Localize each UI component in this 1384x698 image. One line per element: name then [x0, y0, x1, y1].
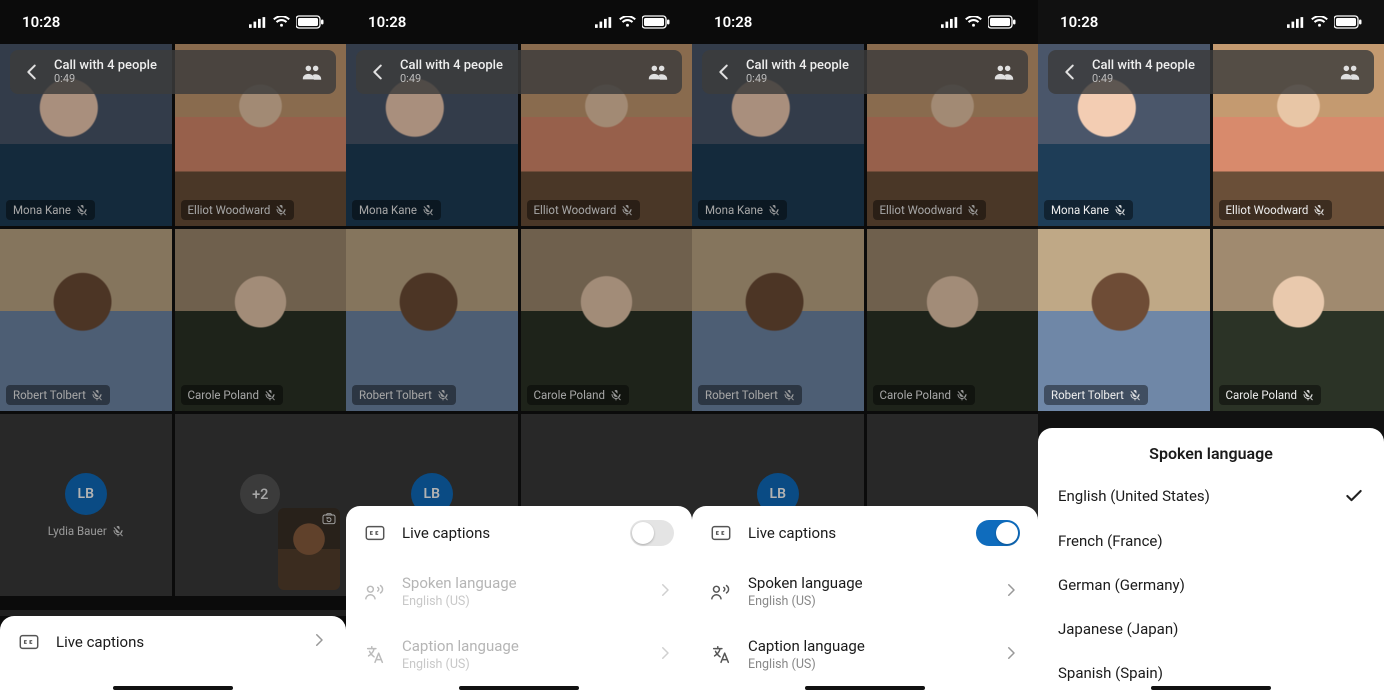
screen-1: Mona Kane Elliot Woodward Robert Tolbert… — [0, 0, 346, 698]
signal-icon — [249, 17, 267, 28]
spoken-language-sheet: Spoken language English (United States) F… — [1038, 428, 1384, 698]
live-captions-toggle[interactable] — [976, 520, 1020, 546]
sheet-title: Spoken language — [1038, 428, 1384, 473]
chevron-right-icon — [656, 644, 674, 666]
spoken-language-row[interactable]: Spoken language English (US) — [692, 560, 1038, 623]
captions-entry-sheet: Live captions — [0, 616, 346, 698]
participants-button[interactable] — [644, 58, 672, 86]
live-captions-row[interactable]: Live captions — [0, 616, 346, 668]
captions-settings-sheet: Live captions Spoken language English (U… — [346, 506, 692, 698]
language-option[interactable]: French (France) — [1038, 519, 1384, 563]
captions-settings-sheet: Live captions Spoken language English (U… — [692, 506, 1038, 698]
mic-off-icon — [1129, 389, 1141, 401]
battery-icon — [1334, 15, 1362, 29]
live-captions-toggle-row: Live captions — [692, 506, 1038, 560]
row-value: English (US) — [748, 657, 986, 672]
speak-icon — [364, 581, 386, 603]
mic-off-icon — [1114, 204, 1126, 216]
cc-icon — [18, 631, 40, 653]
row-value: English (US) — [402, 657, 640, 672]
screen-2: Mona Kane Elliot Woodward Robert Tolbert… — [346, 0, 692, 698]
call-header: Call with 4 people 0:49 — [10, 50, 336, 94]
mic-off-icon — [1313, 204, 1325, 216]
option-label: English (United States) — [1058, 487, 1210, 505]
status-bar: 10:28 — [692, 0, 1038, 44]
signal-icon — [595, 17, 613, 28]
status-time: 10:28 — [368, 13, 406, 31]
wifi-icon — [1311, 16, 1328, 28]
cc-icon — [364, 522, 386, 544]
home-indicator — [459, 686, 579, 691]
home-indicator — [805, 686, 925, 691]
caption-language-row: Caption language English (US) — [346, 623, 692, 686]
row-label: Caption language — [748, 637, 986, 655]
live-captions-toggle[interactable] — [630, 520, 674, 546]
speak-icon — [710, 581, 732, 603]
row-label: Caption language — [402, 637, 640, 655]
option-label: Japanese (Japan) — [1058, 620, 1178, 638]
back-button[interactable] — [366, 60, 390, 84]
status-bar: 10:28 — [0, 0, 346, 44]
back-button[interactable] — [1058, 60, 1082, 84]
call-title: Call with 4 people — [54, 59, 288, 73]
status-bar: 10:28 — [346, 0, 692, 44]
screen-4: Mona Kane Elliot Woodward Robert Tolbert… — [1038, 0, 1384, 698]
chevron-right-icon — [1002, 581, 1020, 603]
check-icon — [1344, 486, 1364, 506]
participants-grid: Mona Kane Elliot Woodward Robert Tolbert… — [1038, 44, 1384, 411]
option-label: Spanish (Spain) — [1058, 664, 1163, 682]
wifi-icon — [965, 16, 982, 28]
translate-icon — [710, 644, 732, 666]
caption-language-row[interactable]: Caption language English (US) — [692, 623, 1038, 686]
wifi-icon — [273, 16, 290, 28]
option-label: French (France) — [1058, 532, 1163, 550]
battery-icon — [642, 15, 670, 29]
row-label: Live captions — [56, 633, 294, 651]
home-indicator — [1151, 686, 1271, 691]
back-button[interactable] — [712, 60, 736, 84]
chevron-right-icon — [310, 631, 328, 653]
signal-icon — [941, 17, 959, 28]
signal-icon — [1287, 17, 1305, 28]
language-option[interactable]: German (Germany) — [1038, 563, 1384, 607]
participants-button[interactable] — [1336, 58, 1364, 86]
language-option[interactable]: Japanese (Japan) — [1038, 607, 1384, 651]
row-label: Live captions — [402, 524, 614, 542]
row-value: English (US) — [748, 594, 986, 609]
screen-3: Mona Kane Elliot Woodward Robert Tolbert… — [692, 0, 1038, 698]
live-captions-toggle-row: Live captions — [346, 506, 692, 560]
language-option[interactable]: English (United States) — [1038, 473, 1384, 519]
row-value: English (US) — [402, 594, 640, 609]
chevron-right-icon — [656, 581, 674, 603]
row-label: Spoken language — [402, 574, 640, 592]
row-label: Spoken language — [748, 574, 986, 592]
spoken-language-row: Spoken language English (US) — [346, 560, 692, 623]
status-time: 10:28 — [714, 13, 752, 31]
status-time: 10:28 — [22, 13, 60, 31]
battery-icon — [988, 15, 1016, 29]
status-time: 10:28 — [1060, 13, 1098, 31]
mic-off-icon — [1302, 389, 1314, 401]
call-duration: 0:49 — [54, 73, 288, 85]
translate-icon — [364, 644, 386, 666]
row-label: Live captions — [748, 524, 960, 542]
option-label: German (Germany) — [1058, 576, 1185, 594]
back-button[interactable] — [20, 60, 44, 84]
cc-icon — [710, 522, 732, 544]
participants-button[interactable] — [298, 58, 326, 86]
participants-button[interactable] — [990, 58, 1018, 86]
wifi-icon — [619, 16, 636, 28]
chevron-right-icon — [1002, 644, 1020, 666]
home-indicator — [113, 686, 233, 691]
status-bar: 10:28 — [1038, 0, 1384, 44]
battery-icon — [296, 15, 324, 29]
